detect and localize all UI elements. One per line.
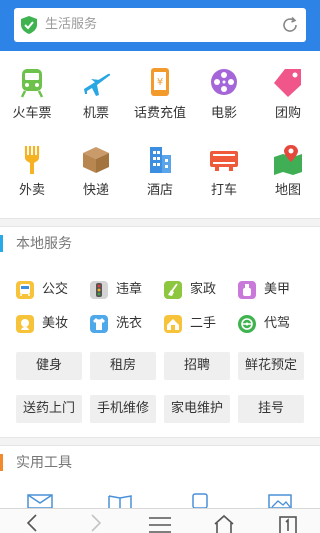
service-label: 违章: [116, 282, 143, 297]
service-label: 家政: [190, 282, 217, 297]
makeup-icon: [16, 315, 34, 333]
browser-toolbar: [0, 508, 320, 533]
image-tool-icon[interactable]: [266, 492, 294, 508]
pill-jobs[interactable]: 招聘: [164, 352, 230, 380]
second-hand-icon: [164, 315, 182, 333]
pill-appliance-repair[interactable]: 家电维护: [164, 395, 230, 423]
pill-medicine-delivery[interactable]: 送药上门: [16, 395, 82, 423]
fork-icon: [24, 146, 40, 174]
svg-text:¥: ¥: [157, 77, 163, 88]
search-input[interactable]: 生活服务: [14, 8, 306, 42]
traffic-light-icon: [90, 281, 108, 299]
header: 生活服务: [0, 0, 320, 51]
service-designated-driver[interactable]: 代驾: [238, 314, 308, 336]
service-label: 美甲: [264, 282, 291, 297]
broom-icon: [164, 281, 182, 299]
grid-label: 火车票: [12, 106, 52, 121]
service-label: 代驾: [264, 316, 291, 331]
section-accent-bar: [0, 235, 3, 252]
service-makeup[interactable]: 美妆: [16, 314, 86, 336]
book-icon[interactable]: [106, 492, 134, 508]
shirt-icon: [90, 315, 108, 333]
service-laundry[interactable]: 洗衣: [90, 314, 160, 336]
pill-rent[interactable]: 租房: [90, 352, 156, 380]
grid-label: 电影: [210, 106, 237, 121]
nail-polish-icon: [238, 281, 256, 299]
menu-icon[interactable]: [128, 509, 192, 533]
grid-item-flight[interactable]: 机票: [64, 66, 128, 146]
service-bus[interactable]: 公交: [16, 280, 86, 302]
steering-wheel-icon: [238, 315, 256, 333]
section-divider: [0, 437, 320, 446]
shield-check-icon: [21, 16, 37, 34]
grid-item-movie[interactable]: 电影: [192, 66, 256, 146]
service-label: 二手: [190, 316, 217, 331]
grid-label: 机票: [82, 106, 109, 121]
grid-label: 快递: [82, 183, 109, 198]
service-label: 美妆: [42, 316, 69, 331]
grid-item-groupbuy[interactable]: 团购: [256, 66, 320, 146]
grid-item-taxi[interactable]: 打车: [192, 143, 256, 223]
airplane-icon: [84, 73, 111, 96]
grid-item-express[interactable]: 快递: [64, 143, 128, 223]
service-second-hand[interactable]: 二手: [164, 314, 234, 336]
pill-fitness[interactable]: 健身: [16, 352, 82, 380]
grid-item-recharge[interactable]: ¥ 话费充值: [128, 66, 192, 146]
grid-item-map[interactable]: 地图: [256, 143, 320, 223]
hotel-icon: [150, 147, 171, 173]
pill-registration[interactable]: 挂号: [238, 395, 304, 423]
grid-label: 外卖: [18, 183, 45, 198]
tag-icon: [274, 69, 301, 97]
train-icon: [20, 69, 44, 98]
tabs-icon[interactable]: [256, 509, 320, 533]
service-label: 洗衣: [116, 316, 143, 331]
section-title-local: 本地服务: [0, 234, 140, 254]
package-icon: [83, 147, 109, 173]
grid-item-hotel[interactable]: 酒店: [128, 143, 192, 223]
bus-icon: [16, 281, 34, 299]
mail-icon[interactable]: [26, 492, 54, 508]
service-violation[interactable]: 违章: [90, 280, 160, 302]
home-icon[interactable]: [192, 509, 256, 533]
section-divider: [0, 218, 320, 227]
grid-label: 打车: [210, 183, 237, 198]
section-title-tools: 实用工具: [0, 453, 140, 473]
grid-item-takeout[interactable]: 外卖: [0, 143, 64, 223]
back-arrow-icon[interactable]: [0, 509, 64, 533]
grid-label: 团购: [274, 106, 301, 121]
section-title-text: 本地服务: [16, 236, 72, 252]
taxi-icon: [210, 151, 238, 171]
pill-flower-order[interactable]: 鲜花预定: [238, 352, 304, 380]
phone-tool-icon[interactable]: [186, 492, 214, 508]
service-label: 公交: [42, 282, 69, 297]
grid-label: 话费充值: [133, 106, 186, 121]
service-manicure[interactable]: 美甲: [238, 280, 308, 302]
pill-phone-repair[interactable]: 手机维修: [90, 395, 156, 423]
phone-recharge-icon: ¥: [151, 68, 169, 96]
grid-label: 地图: [274, 183, 301, 198]
section-accent-bar: [0, 454, 3, 471]
grid-item-train[interactable]: 火车票: [0, 66, 64, 146]
refresh-icon[interactable]: [281, 16, 299, 34]
search-placeholder: 生活服务: [45, 17, 98, 32]
map-icon: [274, 145, 302, 175]
section-title-text: 实用工具: [16, 455, 72, 471]
service-housekeeping[interactable]: 家政: [164, 280, 234, 302]
grid-label: 酒店: [146, 183, 173, 198]
film-reel-icon: [211, 69, 237, 95]
forward-arrow-icon[interactable]: [64, 509, 128, 533]
